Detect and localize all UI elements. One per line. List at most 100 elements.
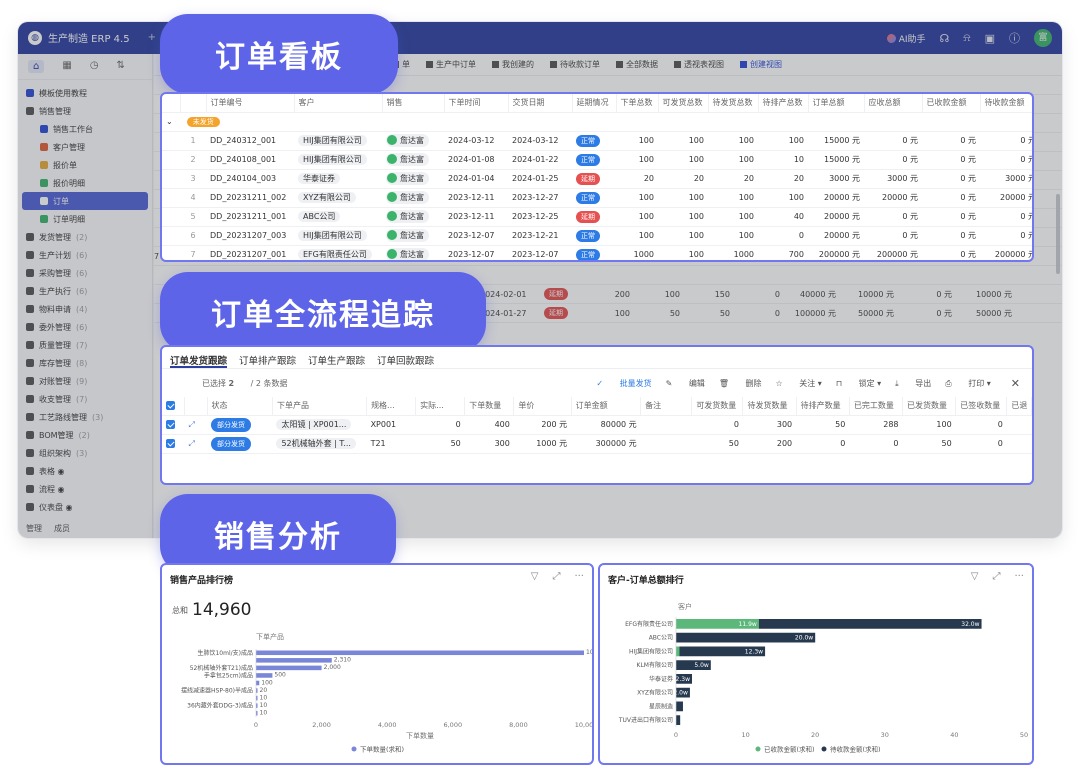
filter-icon[interactable]: ▽ [531, 571, 539, 582]
column-header[interactable]: 备注 [640, 397, 693, 416]
column-header[interactable]: 订单金额 [571, 397, 642, 416]
edit-button[interactable]: ✎ 编辑 [666, 378, 705, 389]
sidebar-item[interactable]: 订单 [22, 192, 148, 210]
column-header[interactable]: 规格... [366, 397, 417, 416]
column-header[interactable]: 可发货数量 [691, 397, 744, 416]
row-checkbox[interactable] [166, 439, 175, 448]
org-icon[interactable]: ⇅ [117, 60, 125, 73]
column-header[interactable]: 待发货总数 [708, 94, 759, 113]
tab-trace[interactable]: 订单生产跟踪 [308, 353, 365, 368]
column-header[interactable]: 已收款金额 [922, 94, 981, 113]
column-header[interactable]: 单价 [513, 397, 572, 416]
bar[interactable] [256, 680, 260, 686]
table-row[interactable]: 2 DD_240108_001 HIJ集团有限公司 詹达富 2024-01-08 2024… [162, 150, 1032, 170]
more-icon[interactable]: ··· [574, 571, 584, 582]
sidebar-item[interactable]: 生产执行 (6) [18, 282, 152, 300]
view-tab[interactable]: 待收款订单 [550, 59, 600, 70]
sidebar-item[interactable]: 委外管理 (6) [18, 318, 152, 336]
bar-segment[interactable] [758, 619, 982, 629]
column-header[interactable]: 待排产数量 [796, 397, 850, 416]
sidebar-item[interactable]: 组织架构 (3) [18, 444, 152, 462]
members-link[interactable]: 成员 [54, 523, 70, 534]
column-header[interactable]: 待排产总数 [758, 94, 809, 113]
view-tab[interactable]: 生产中订单 [426, 59, 476, 70]
select-all-cell[interactable] [162, 94, 181, 113]
expand-icon[interactable]: ⤢ [184, 415, 207, 435]
column-header[interactable]: 已发货数量 [902, 397, 957, 416]
home-icon[interactable]: ⌂ [28, 60, 45, 73]
view-tab[interactable]: 我创建的 [492, 59, 534, 70]
sidebar-item[interactable]: 质量管理 (7) [18, 336, 152, 354]
more-icon[interactable]: ··· [1014, 571, 1024, 582]
row-checkbox[interactable] [166, 420, 175, 429]
sidebar-item[interactable]: 报价单 [18, 156, 152, 174]
bar[interactable] [256, 673, 273, 678]
bar[interactable] [256, 650, 584, 656]
view-tab[interactable]: 透视表视图 [674, 59, 724, 70]
column-header[interactable]: 订单总额 [808, 94, 865, 113]
column-header[interactable]: 交货日期 [508, 94, 573, 113]
table-row[interactable]: ⤢ 部分发货 52机械轴外套 | T... T21 50 300 1000 元 300000 … [162, 434, 1032, 454]
select-all-checkbox[interactable] [166, 401, 175, 411]
sidebar-item[interactable]: 流程 ◉ [18, 480, 152, 498]
expand-icon[interactable]: ⤢ [552, 571, 560, 582]
create-view-button[interactable]: 创建视图 [740, 59, 782, 70]
row-checkbox-cell[interactable] [162, 415, 185, 435]
sidebar-item[interactable]: 库存管理 (8) [18, 354, 152, 372]
column-header[interactable]: 销售 [382, 94, 445, 113]
export-button[interactable]: ⤓ 导出 [895, 378, 931, 389]
table-row[interactable]: 7 DD_20231207_001 EFG有限责任公司 詹达富 2023-12-07 20… [162, 245, 1032, 260]
table-row[interactable]: 6 DD_20231207_003 HIJ集团有限公司 詹达富 2023-12-07 20… [162, 226, 1032, 246]
group-row[interactable]: ⌄ 未发货 [162, 112, 1032, 132]
row-select-cell[interactable] [162, 169, 180, 189]
row-select-cell[interactable] [162, 131, 180, 151]
sidebar-item[interactable]: 发货管理 (2) [18, 228, 152, 246]
expand-icon[interactable]: ⤢ [184, 434, 207, 454]
headset-icon[interactable]: ☊ [940, 32, 950, 45]
row-select-cell[interactable] [162, 150, 180, 170]
avatar[interactable]: 富 [1034, 29, 1052, 47]
column-header[interactable]: 下单总数 [616, 94, 659, 113]
sidebar-item[interactable]: 报价明细 [18, 174, 152, 192]
clock-icon[interactable]: ◷ [90, 60, 99, 73]
row-select-cell[interactable] [162, 188, 180, 208]
table-row[interactable]: ⤢ 部分发货 太阳镜 | XP001... XP001 0 400 200 元 80000 元… [162, 415, 1032, 435]
column-header[interactable]: 下单数量 [464, 397, 515, 416]
tab-trace[interactable]: 订单排产跟踪 [239, 353, 296, 368]
sidebar-item[interactable]: 对账管理 (9) [18, 372, 152, 390]
legend-label[interactable]: 已收款金额(求和) [764, 745, 815, 754]
table-row[interactable]: 5 DD_20231211_001 ABC公司 詹达富 2023-12-11 2023-1… [162, 207, 1032, 227]
table-row[interactable]: 1 DD_240312_001 HIJ集团有限公司 詹达富 2024-03-12 2024… [162, 131, 1032, 151]
inbox-icon[interactable]: ▣ [985, 32, 995, 45]
help-icon[interactable]: ⓘ [1009, 30, 1020, 46]
column-header[interactable]: 下单产品 [272, 397, 368, 416]
column-header[interactable]: 客户 [294, 94, 383, 113]
bar-segment[interactable] [676, 715, 681, 725]
table-row[interactable]: 3 DD_240104_003 华泰证券 詹达富 2024-01-04 2024-01-2… [162, 169, 1032, 189]
column-header[interactable]: 已完工数量 [849, 397, 904, 416]
view-tab[interactable]: 全部数据 [616, 59, 658, 70]
follow-button[interactable]: ☆ 关注 ▾ [776, 378, 822, 389]
manage-link[interactable]: 管理 [26, 523, 42, 534]
sidebar-item[interactable]: 收支管理 (7) [18, 390, 152, 408]
tab-trace[interactable]: 订单发货跟踪 [170, 353, 228, 368]
column-header[interactable]: 订单编号 [206, 94, 295, 113]
column-header[interactable]: 延期情况 [572, 94, 617, 113]
sidebar-item[interactable]: 工艺路线管理 (3) [18, 408, 152, 426]
sidebar-item[interactable]: 物料申请 (4) [18, 300, 152, 318]
sidebar-item[interactable]: 采购管理 (6) [18, 264, 152, 282]
sidebar-item[interactable]: 生产计划 (6) [18, 246, 152, 264]
sidebar-item[interactable]: 模板使用教程 [18, 84, 152, 102]
column-header[interactable]: 实际... [415, 397, 466, 416]
tab-trace[interactable]: 订单回款跟踪 [377, 353, 434, 368]
sidebar-item[interactable]: 客户管理 [18, 138, 152, 156]
batch-ship-button[interactable]: ✓ 批量发货 [596, 378, 651, 389]
bar-segment[interactable] [676, 701, 683, 712]
sidebar-item[interactable]: 订单明细 [18, 210, 152, 228]
column-header[interactable]: 已退 [1006, 397, 1032, 416]
column-header[interactable]: 状态 [207, 397, 273, 416]
chevron-down-icon[interactable]: ⌄ [166, 117, 173, 126]
delete-button[interactable]: 🗑 删除 [719, 378, 762, 389]
bar-segment[interactable] [676, 646, 680, 657]
column-header[interactable]: 可发货总数 [658, 94, 709, 113]
